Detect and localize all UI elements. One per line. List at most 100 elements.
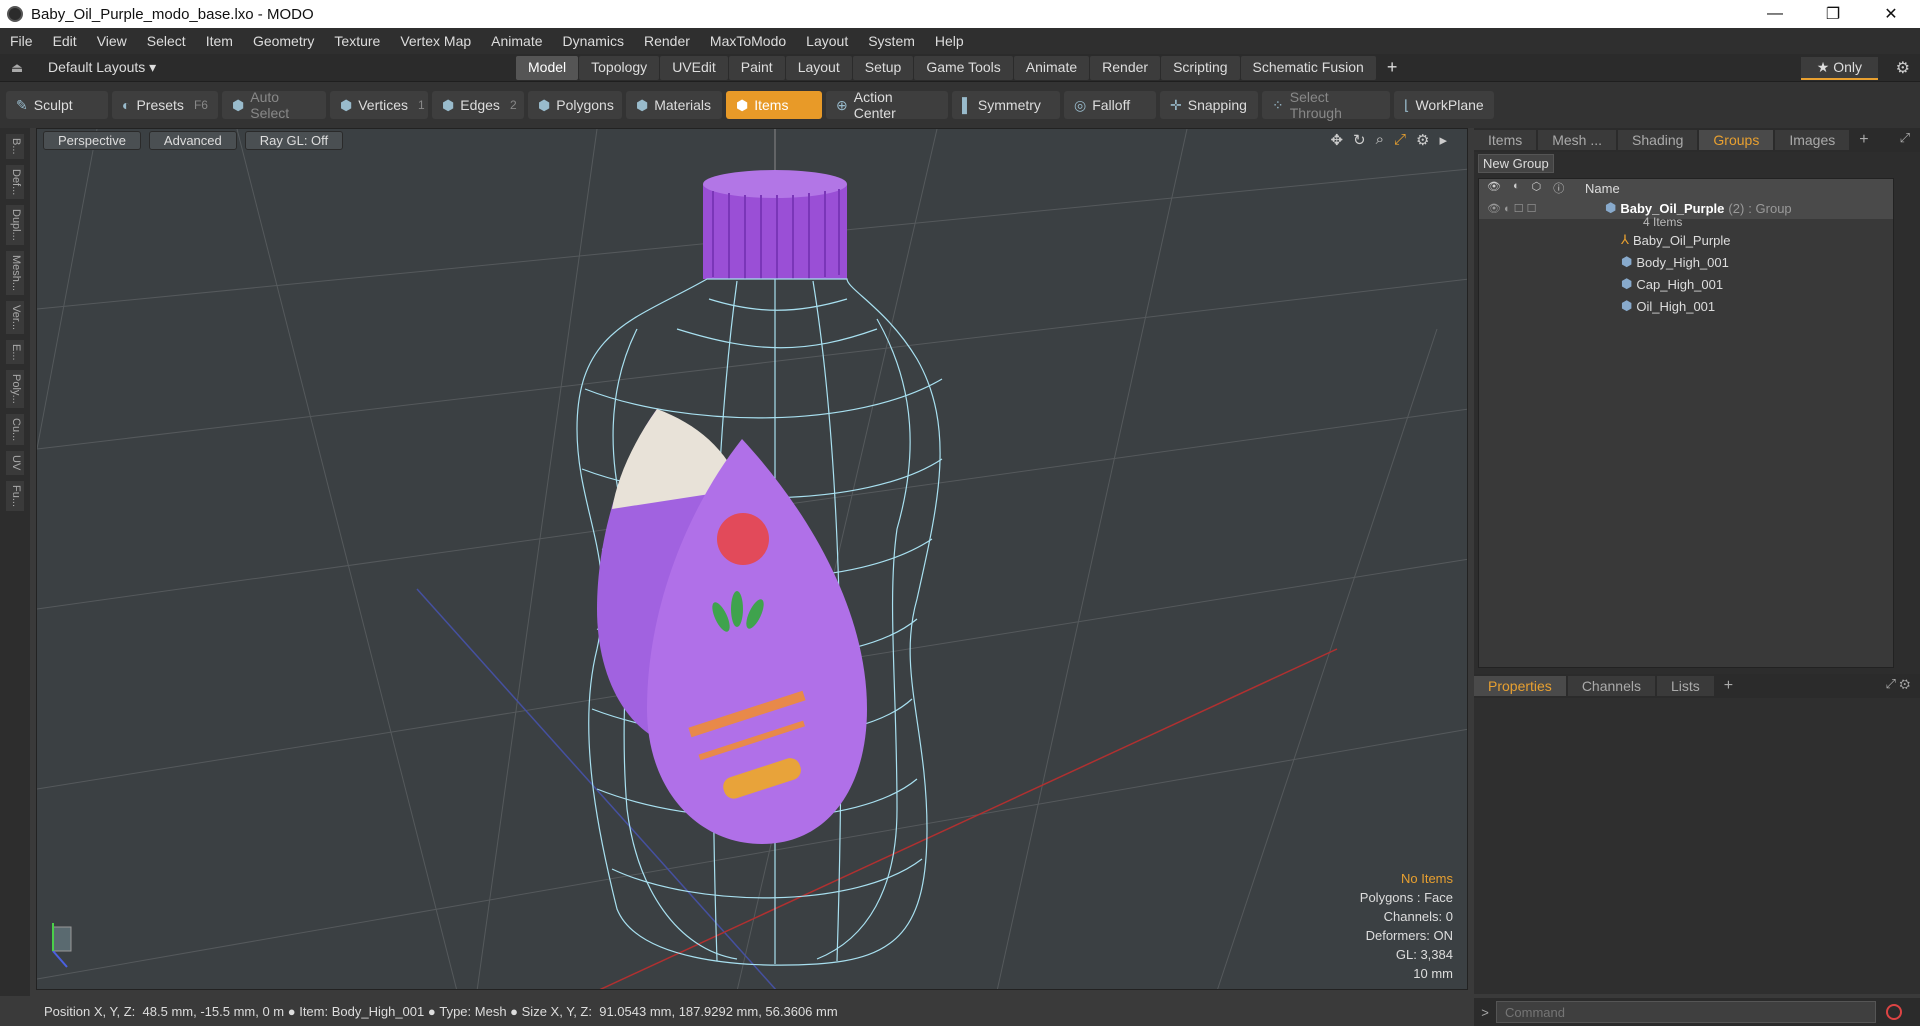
list-item[interactable]: ⬢ Body_High_001: [1479, 251, 1893, 273]
side-tab-curve[interactable]: Cu...: [6, 414, 24, 446]
tab-channels[interactable]: Channels: [1567, 676, 1655, 696]
edges-button[interactable]: ⬢ Edges 2: [432, 91, 524, 119]
polygons-button[interactable]: ⬢ Polygons: [528, 91, 622, 119]
expand-arrow-icon[interactable]: ▸: [1439, 131, 1447, 149]
move-view-icon[interactable]: ✥: [1330, 131, 1343, 149]
tab-render[interactable]: Render: [1090, 56, 1161, 80]
minimize-button[interactable]: —: [1746, 0, 1804, 28]
select-through-button[interactable]: ⁘ Select Through: [1262, 89, 1390, 121]
only-toggle[interactable]: ★ Only: [1800, 57, 1878, 80]
menu-vertex-map[interactable]: Vertex Map: [390, 33, 481, 49]
side-tab-uv[interactable]: UV: [6, 451, 24, 475]
command-input[interactable]: [1496, 1001, 1876, 1023]
perspective-dropdown[interactable]: Perspective: [43, 131, 141, 150]
side-tab-fusion[interactable]: Fu...: [6, 480, 24, 511]
workplane-button[interactable]: ⌊ WorkPlane: [1394, 91, 1494, 119]
menu-help[interactable]: Help: [925, 33, 974, 49]
items-icon: ⬢: [736, 96, 749, 113]
action-center-button[interactable]: ⊕ Action Center: [826, 89, 948, 121]
tab-uvedit[interactable]: UVEdit: [660, 56, 728, 80]
tab-scripting[interactable]: Scripting: [1161, 56, 1240, 80]
info-gl: GL: 3,384: [1395, 947, 1453, 962]
symmetry-button[interactable]: ▌ Symmetry: [952, 91, 1060, 119]
type-label: Type:: [439, 1003, 472, 1019]
raygl-toggle[interactable]: Ray GL: Off: [244, 131, 344, 150]
3d-viewport[interactable]: Perspective Advanced Ray GL: Off ✥ ↻ ⌕ ⤢…: [36, 128, 1468, 990]
tab-animate[interactable]: Animate: [1013, 56, 1090, 80]
side-tab-polygon[interactable]: Poly...: [6, 370, 24, 409]
edges-label: Edges: [460, 97, 500, 113]
add-props-tab-icon[interactable]: +: [1716, 677, 1741, 695]
record-macro-icon[interactable]: [1886, 1004, 1902, 1020]
materials-button[interactable]: ⬢ Materials: [626, 91, 722, 119]
default-layouts-dropdown[interactable]: Default Layouts ▾: [34, 59, 168, 76]
vertices-button[interactable]: ⬢ Vertices 1: [330, 91, 428, 119]
side-tab-deform[interactable]: Def...: [6, 164, 24, 199]
name-column-header[interactable]: Name: [1585, 181, 1620, 196]
render-column-icon[interactable]: ◐: [1513, 180, 1520, 196]
layout-home-icon[interactable]: ⏏: [0, 60, 34, 76]
fit-view-icon[interactable]: ⤢: [1394, 131, 1406, 149]
falloff-button[interactable]: ◎ Falloff: [1064, 91, 1156, 119]
menu-maxtomodo[interactable]: MaxToModo: [700, 33, 796, 49]
tab-layout[interactable]: Layout: [785, 56, 852, 80]
tab-shading[interactable]: Shading: [1618, 130, 1698, 150]
tab-lists[interactable]: Lists: [1656, 676, 1714, 696]
visibility-eye-icon[interactable]: 👁 ◐ ☐ ☐: [1479, 202, 1585, 215]
tab-images[interactable]: Images: [1775, 130, 1850, 150]
tab-setup[interactable]: Setup: [852, 56, 914, 80]
snapping-button[interactable]: ✛ Snapping: [1160, 91, 1258, 119]
props-settings-gear-icon[interactable]: ⤢ ⚙: [1885, 676, 1910, 692]
zoom-view-icon[interactable]: ⌕: [1376, 131, 1384, 149]
expand-panel-icon[interactable]: ⤢: [1900, 130, 1910, 146]
side-tab-vertex[interactable]: Ver...: [6, 300, 24, 334]
tab-game-tools[interactable]: Game Tools: [914, 56, 1013, 80]
menu-dynamics[interactable]: Dynamics: [553, 33, 634, 49]
side-tab-edge[interactable]: E...: [6, 339, 24, 365]
menu-system[interactable]: System: [858, 33, 925, 49]
new-group-button[interactable]: New Group: [1478, 154, 1554, 173]
sculpt-button[interactable]: ✎ Sculpt: [6, 91, 108, 119]
side-tab-mesh-edit[interactable]: Mesh...: [6, 250, 24, 295]
presets-icon: ◐: [122, 97, 131, 113]
close-button[interactable]: ✕: [1862, 0, 1920, 28]
side-tab-basic[interactable]: B...: [6, 134, 24, 159]
tab-mesh[interactable]: Mesh ...: [1538, 130, 1617, 150]
add-tab-icon[interactable]: +: [1377, 56, 1408, 80]
menu-item[interactable]: Item: [196, 33, 243, 49]
view-settings-gear-icon[interactable]: ⚙: [1416, 131, 1429, 149]
menu-render[interactable]: Render: [634, 33, 700, 49]
side-tab-duplicate[interactable]: Dupl...: [6, 204, 24, 245]
auto-select-label: Auto Select: [250, 89, 290, 121]
items-label: Items: [754, 97, 789, 113]
list-item[interactable]: ⅄ Baby_Oil_Purple: [1479, 229, 1893, 251]
visibility-column-icon[interactable]: 👁: [1487, 180, 1501, 196]
rotate-view-icon[interactable]: ↻: [1353, 131, 1366, 149]
add-panel-tab-icon[interactable]: +: [1851, 131, 1876, 149]
menu-file[interactable]: File: [0, 33, 43, 49]
lock-column-icon[interactable]: ⬡: [1532, 180, 1542, 196]
tab-schematic-fusion[interactable]: Schematic Fusion: [1240, 56, 1376, 80]
tab-items[interactable]: Items: [1474, 130, 1537, 150]
gear-icon[interactable]: ⚙: [1896, 58, 1910, 78]
tab-paint[interactable]: Paint: [728, 56, 785, 80]
select-column-icon[interactable]: ⓘ: [1553, 180, 1564, 196]
tab-model[interactable]: Model: [516, 56, 579, 80]
items-button[interactable]: ⬢ Items: [726, 91, 822, 119]
menu-layout[interactable]: Layout: [796, 33, 858, 49]
tab-topology[interactable]: Topology: [579, 56, 660, 80]
advanced-dropdown[interactable]: Advanced: [148, 131, 237, 150]
tab-properties[interactable]: Properties: [1474, 676, 1566, 696]
list-item[interactable]: ⬢ Oil_High_001: [1479, 295, 1893, 317]
menu-geometry[interactable]: Geometry: [243, 33, 324, 49]
menu-edit[interactable]: Edit: [43, 33, 87, 49]
auto-select-button[interactable]: ⬢ Auto Select: [222, 89, 326, 121]
menu-animate[interactable]: Animate: [481, 33, 552, 49]
maximize-button[interactable]: ❐: [1804, 0, 1862, 28]
list-item[interactable]: ⬢ Cap_High_001: [1479, 273, 1893, 295]
presets-button[interactable]: ◐ Presets F6: [112, 91, 218, 119]
menu-texture[interactable]: Texture: [324, 33, 390, 49]
menu-view[interactable]: View: [87, 33, 137, 49]
menu-select[interactable]: Select: [137, 33, 196, 49]
tab-groups[interactable]: Groups: [1699, 130, 1774, 150]
